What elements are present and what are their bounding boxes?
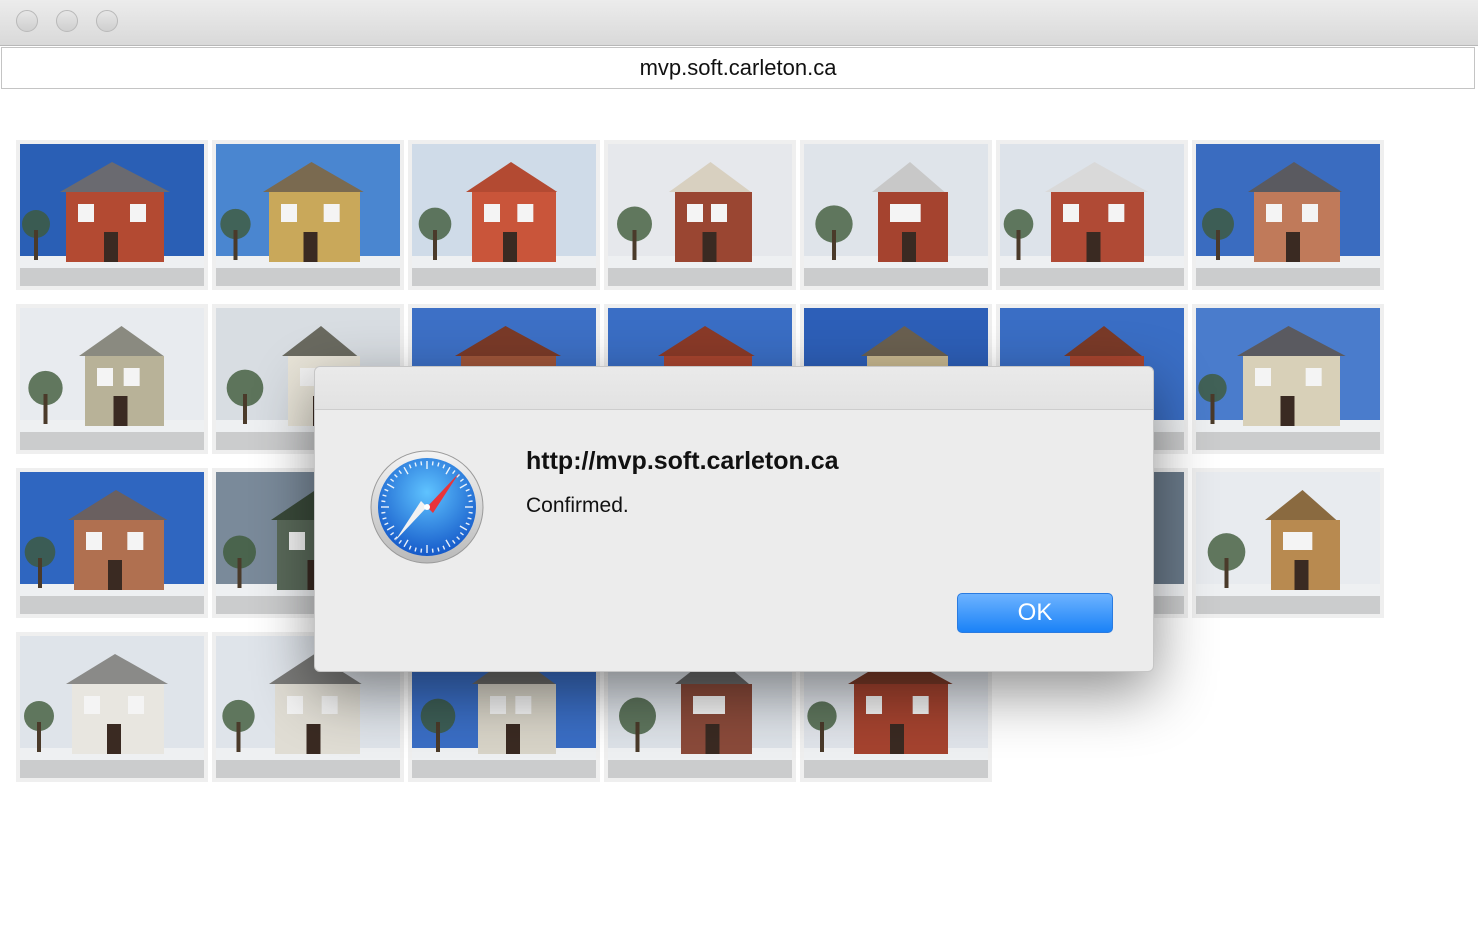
house-photo-image xyxy=(1000,144,1184,286)
house-photo-image xyxy=(608,144,792,286)
house-photo-image xyxy=(20,636,204,778)
dialog-message: Confirmed. xyxy=(526,494,629,517)
house-photo-thumbnail[interactable] xyxy=(16,632,208,782)
address-text: mvp.soft.carleton.ca xyxy=(639,55,837,80)
house-photo-image xyxy=(804,144,988,286)
house-photo-thumbnail[interactable] xyxy=(16,140,208,290)
safari-compass-icon xyxy=(369,449,485,565)
close-window-button[interactable] xyxy=(16,10,38,32)
alert-dialog: http://mvp.soft.carleton.ca Confirmed. O… xyxy=(314,366,1154,672)
house-photo-image xyxy=(412,144,596,286)
zoom-window-button[interactable] xyxy=(96,10,118,32)
house-photo-thumbnail[interactable] xyxy=(800,140,992,290)
house-photo-image xyxy=(1196,144,1380,286)
house-photo-thumbnail[interactable] xyxy=(1192,140,1384,290)
house-photo-image xyxy=(1196,308,1380,450)
house-photo-thumbnail[interactable] xyxy=(16,468,208,618)
minimize-window-button[interactable] xyxy=(56,10,78,32)
window-titlebar xyxy=(0,0,1478,46)
house-photo-thumbnail[interactable] xyxy=(1192,468,1384,618)
house-photo-thumbnail[interactable] xyxy=(212,140,404,290)
house-photo-thumbnail[interactable] xyxy=(996,140,1188,290)
house-photo-image xyxy=(216,144,400,286)
house-photo-image xyxy=(20,472,204,614)
house-photo-thumbnail[interactable] xyxy=(408,140,600,290)
dialog-title: http://mvp.soft.carleton.ca xyxy=(526,447,839,475)
house-photo-image xyxy=(20,144,204,286)
house-photo-image xyxy=(20,308,204,450)
dialog-header xyxy=(315,367,1153,410)
ok-button[interactable]: OK xyxy=(957,593,1113,633)
house-photo-thumbnail[interactable] xyxy=(16,304,208,454)
address-bar[interactable]: mvp.soft.carleton.ca xyxy=(1,47,1475,89)
house-photo-image xyxy=(1196,472,1380,614)
house-photo-thumbnail[interactable] xyxy=(604,140,796,290)
house-photo-thumbnail[interactable] xyxy=(1192,304,1384,454)
